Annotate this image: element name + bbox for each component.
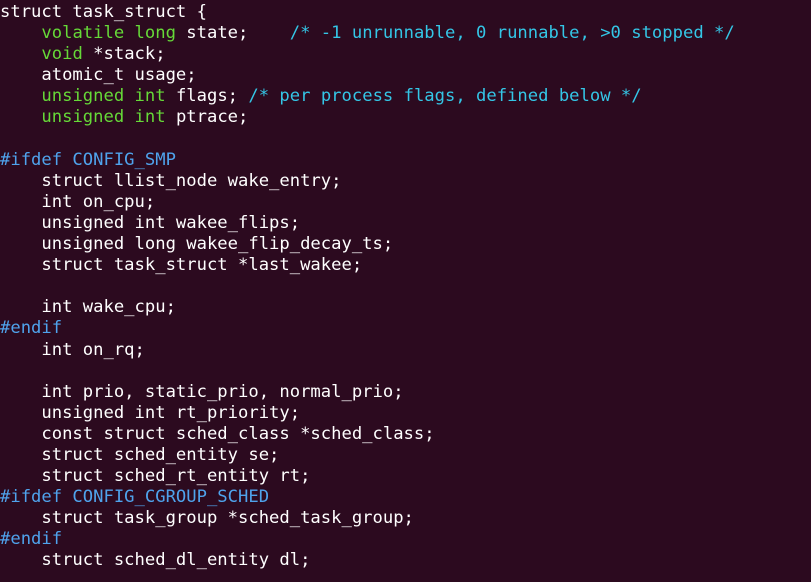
code-token-type: void xyxy=(41,44,83,65)
code-line: #ifdef CONFIG_CGROUP_SCHED xyxy=(0,487,811,508)
code-line: int prio, static_prio, normal_prio; xyxy=(0,382,811,403)
code-token-default xyxy=(0,44,41,64)
code-token-default: unsigned int rt_priority; xyxy=(0,402,301,423)
code-token-default: struct task_struct *last_wakee; xyxy=(0,255,363,276)
code-line: #endif xyxy=(0,318,811,339)
code-line: unsigned int wakee_flips; xyxy=(0,213,811,234)
code-token-default: struct sched_rt_entity rt; xyxy=(0,466,311,487)
code-token-default: struct task_group *sched_task_group; xyxy=(0,508,414,529)
code-line: volatile long state; /* -1 unrunnable, 0… xyxy=(0,23,811,44)
code-token-default: int on_rq; xyxy=(0,339,145,360)
code-line: struct task_struct *last_wakee; xyxy=(0,255,811,276)
code-token-default xyxy=(0,86,41,106)
code-token-type: volatile long xyxy=(41,23,176,44)
code-line: int wake_cpu; xyxy=(0,297,811,318)
code-editor-view[interactable]: struct task_struct { volatile long state… xyxy=(0,0,811,582)
code-line: int on_rq; xyxy=(0,340,811,361)
code-token-default: state; xyxy=(175,23,290,44)
code-line: unsigned int rt_priority; xyxy=(0,403,811,424)
code-line: int on_cpu; xyxy=(0,192,811,213)
code-line: atomic_t usage; xyxy=(0,65,811,86)
code-token-default: const struct sched_class *sched_class; xyxy=(0,423,435,444)
code-token-default xyxy=(0,23,41,43)
code-line: struct sched_entity se; xyxy=(0,445,811,466)
code-token-prep: #endif xyxy=(0,529,63,550)
code-token-default: flags; xyxy=(165,86,249,107)
code-line: unsigned int flags; /* per process flags… xyxy=(0,86,811,107)
code-token-prep: #ifdef CONFIG_SMP xyxy=(0,149,176,170)
code-token-default xyxy=(0,107,41,127)
code-token-default: unsigned long wakee_flip_decay_ts; xyxy=(0,234,394,255)
code-token-default: struct llist_node wake_entry; xyxy=(0,170,342,191)
code-token-default: int prio, static_prio, normal_prio; xyxy=(0,381,404,402)
code-token-default: int on_cpu; xyxy=(0,191,156,212)
code-token-default: unsigned int wakee_flips; xyxy=(0,212,301,233)
code-line: struct llist_node wake_entry; xyxy=(0,171,811,192)
code-token-default: struct sched_dl_entity dl; xyxy=(0,550,311,571)
code-line: #endif xyxy=(0,529,811,550)
code-token-prep: #endif xyxy=(0,318,63,339)
code-line: struct sched_dl_entity dl; xyxy=(0,550,811,571)
code-token-default: struct task_struct { xyxy=(0,2,207,22)
code-line: #ifdef CONFIG_SMP xyxy=(0,150,811,171)
code-line: unsigned int ptrace; xyxy=(0,107,811,128)
code-token-comment: /* -1 unrunnable, 0 runnable, >0 stopped… xyxy=(289,23,735,44)
code-line: unsigned long wakee_flip_decay_ts; xyxy=(0,234,811,255)
code-token-default: atomic_t usage; xyxy=(0,65,197,86)
code-token-type: unsigned int xyxy=(41,86,166,107)
code-line: struct task_group *sched_task_group; xyxy=(0,508,811,529)
code-line: void *stack; xyxy=(0,44,811,65)
code-token-type: unsigned int xyxy=(41,107,166,128)
code-token-default: int wake_cpu; xyxy=(0,297,176,318)
code-token-default: *stack; xyxy=(82,44,166,65)
code-line: struct sched_rt_entity rt; xyxy=(0,466,811,487)
code-token-comment: /* per process flags, defined below */ xyxy=(248,86,642,107)
code-token-default: struct sched_entity se; xyxy=(0,444,280,465)
code-line: struct task_struct { xyxy=(0,2,811,23)
code-token-prep: #ifdef CONFIG_CGROUP_SCHED xyxy=(0,487,270,508)
code-token-default: ptrace; xyxy=(165,107,249,128)
code-line: const struct sched_class *sched_class; xyxy=(0,424,811,445)
